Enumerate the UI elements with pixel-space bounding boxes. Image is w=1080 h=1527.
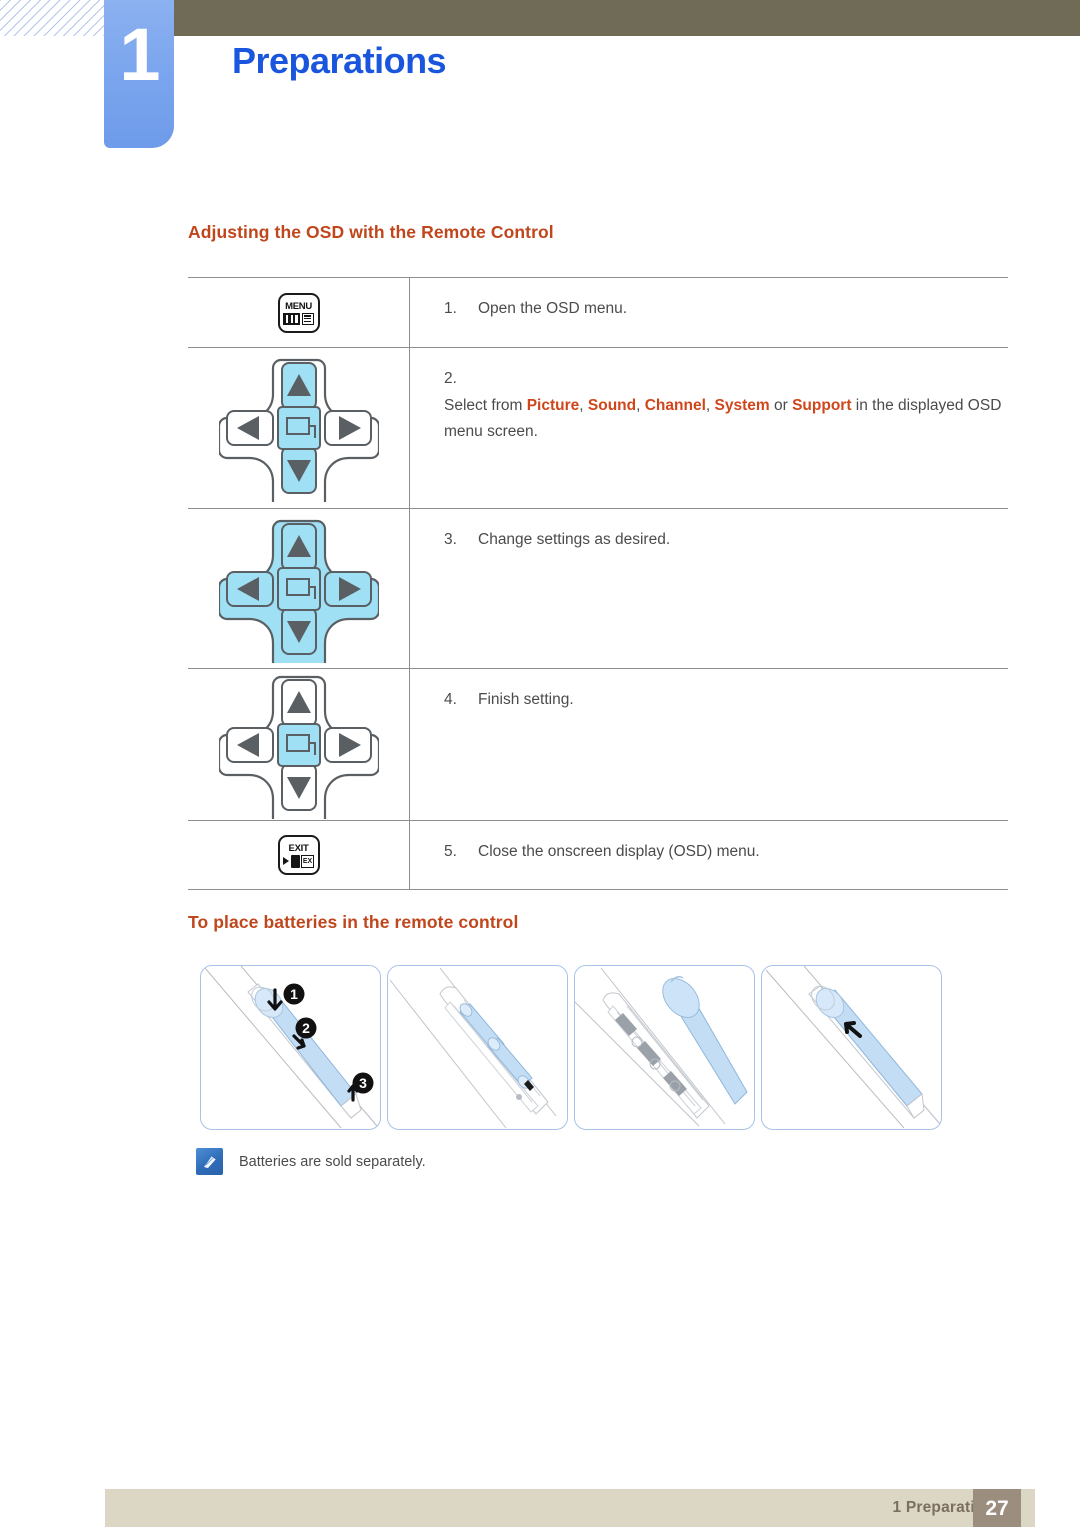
page-title: Preparations: [232, 40, 447, 81]
menu-glyphs: [283, 312, 314, 325]
step-number: 5.: [444, 843, 457, 860]
svg-text:3: 3: [359, 1075, 367, 1091]
sep-1: ,: [579, 396, 588, 414]
section-heading-osd: Adjusting the OSD with the Remote Contro…: [188, 222, 554, 242]
battery-illustration-group: 1 2 3: [200, 965, 942, 1130]
dpad-up-down-enter-icon: [218, 354, 379, 502]
step-text: Select from Picture, Sound, Channel, Sys…: [444, 393, 1004, 446]
panel-insert-batteries: [387, 965, 568, 1130]
page-number: 27: [985, 1496, 1009, 1520]
step-number: 2.: [444, 370, 457, 387]
keyword-sound: Sound: [587, 396, 637, 414]
menu-button-icon: MENU: [277, 292, 320, 333]
sep-4: or: [769, 396, 793, 414]
step-icon-cell: EXIT EX: [188, 821, 410, 889]
step-text-cell: 4. Finish setting.: [410, 669, 1008, 820]
step-text: Finish setting.: [478, 691, 574, 708]
note-pencil-icon: [196, 1148, 223, 1175]
osd-steps-table: MENU 1. Open the OSD menu. 2.Select from…: [188, 277, 1008, 890]
door-icon: [290, 854, 300, 868]
dpad-all-icon: [218, 515, 379, 663]
note-row: Batteries are sold separately.: [196, 1148, 426, 1175]
note-text: Batteries are sold separately.: [239, 1153, 426, 1170]
panel-close-cover: [761, 965, 942, 1130]
keyword-support: Support: [792, 396, 852, 414]
dpad-enter-icon: [218, 671, 379, 819]
arrow-right-icon: [283, 857, 289, 866]
table-row: 2. Select from Picture, Sound, Channel, S…: [188, 347, 1008, 508]
step-text: Change settings as desired.: [478, 531, 671, 548]
step-number: 3.: [444, 531, 457, 548]
header-bar: [150, 0, 1080, 36]
step2-text-before: Select from: [444, 396, 527, 414]
manual-page: 1 Preparations Adjusting the OSD with th…: [0, 0, 1080, 1527]
panel-batteries-seated: [574, 965, 755, 1130]
svg-text:2: 2: [302, 1020, 310, 1036]
menu-button-label: MENU: [285, 300, 312, 312]
exit-button-label: EXIT: [288, 843, 309, 855]
step-text: Open the OSD menu.: [478, 300, 628, 317]
exit-button-icon: EXIT EX: [277, 835, 320, 875]
step-text-cell: 2. Select from Picture, Sound, Channel, S…: [410, 348, 1008, 508]
keyword-channel: Channel: [644, 396, 706, 414]
step-icon-cell: [188, 669, 410, 820]
sep-2: ,: [636, 396, 645, 414]
step-icon-cell: MENU: [188, 278, 410, 347]
section-heading-batteries: To place batteries in the remote control: [188, 912, 519, 932]
table-row: EXIT EX 5. Close the onscreen display (OS…: [188, 820, 1008, 890]
step-number: 4.: [444, 691, 457, 708]
step-text: Close the onscreen display (OSD) menu.: [478, 843, 760, 860]
footer-page-box: 27: [973, 1489, 1021, 1527]
keyword-system: System: [714, 396, 770, 414]
table-row: 4. Finish setting.: [188, 668, 1008, 820]
bars-icon: [283, 312, 301, 325]
sep-3: ,: [705, 396, 715, 414]
exit-glyphs: EX: [283, 854, 314, 868]
step-icon-cell: [188, 509, 410, 668]
table-row: MENU 1. Open the OSD menu.: [188, 277, 1008, 347]
panel-open-cover: 1 2 3: [200, 965, 381, 1130]
keyword-picture: Picture: [526, 396, 580, 414]
svg-text:1: 1: [290, 986, 298, 1002]
exit-box-icon: EX: [301, 854, 314, 868]
list-icon: [301, 312, 314, 325]
step-text-cell: 5. Close the onscreen display (OSD) menu.: [410, 821, 1008, 889]
step-number: 1.: [444, 300, 457, 317]
table-row: 3. Change settings as desired.: [188, 508, 1008, 668]
step-icon-cell: [188, 348, 410, 508]
step-text-cell: 3. Change settings as desired.: [410, 509, 1008, 668]
chapter-number: 1: [119, 13, 160, 96]
step-text-cell: 1. Open the OSD menu.: [410, 278, 1008, 347]
